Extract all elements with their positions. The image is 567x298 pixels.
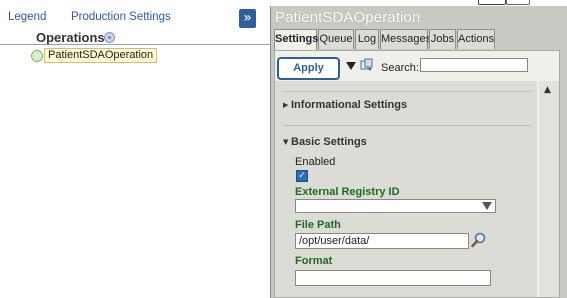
collapse-button[interactable]: » [239,9,256,28]
settings-scrollbar[interactable]: ▲ [539,81,559,297]
search-label: Search: [381,62,419,74]
format-label: Format [295,255,333,267]
collapse-arrow-icon: ▼ [283,138,289,146]
window-control[interactable] [506,0,530,5]
top-links: Legend Production Settings [0,11,270,27]
format-input[interactable] [295,270,491,286]
tab-actions[interactable]: Actions [457,29,495,49]
legend-link[interactable]: Legend [8,11,46,23]
external-registry-select[interactable] [295,199,496,213]
settings-content: ▶ Informational Settings ▼ Basic Settings … [275,81,537,297]
add-operation-icon[interactable]: + [104,32,115,43]
details-tabs: Settings Queue Log Messages Jobs Actions [274,29,567,51]
details-title: PatientSDAOperation [275,9,421,26]
chevron-down-icon [482,202,492,210]
tab-log[interactable]: Log [355,29,379,49]
tab-settings[interactable]: Settings [274,29,318,51]
tab-messages[interactable]: Messages [380,29,431,49]
browse-magnifier-icon[interactable] [471,232,487,248]
scroll-up-icon[interactable]: ▲ [544,85,551,95]
external-registry-label: External Registry ID [295,186,400,198]
details-pane: PatientSDAOperation Settings Queue Log M… [271,6,567,298]
file-path-label: File Path [295,219,341,231]
expand-arrow-icon: ▶ [283,101,289,109]
file-path-input[interactable]: /opt/user/data/ [295,233,469,249]
apply-button[interactable]: Apply [277,57,340,80]
divider-line [283,125,531,126]
settings-panel: Apply Search: ▶ Informational Settings ▼ B… [274,50,560,298]
section-label: Basic Settings [291,136,367,148]
dropdown-arrow-icon[interactable] [346,62,356,70]
basic-settings-section[interactable]: ▼ Basic Settings [283,136,367,148]
informational-settings-section[interactable]: ▶ Informational Settings [283,99,407,111]
enabled-label: Enabled [295,156,336,168]
status-indicator-icon [31,50,43,62]
operations-header: Operations + [0,29,270,45]
production-settings-link[interactable]: Production Settings [71,11,171,23]
tab-jobs[interactable]: Jobs [429,29,456,49]
operation-label[interactable]: PatientSDAOperation [44,48,158,63]
divider-line [283,91,531,92]
settings-scroll-area: ▶ Informational Settings ▼ Basic Settings … [275,81,559,297]
refresh-icon[interactable] [360,58,374,72]
tab-queue[interactable]: Queue [318,29,354,49]
window-control[interactable] [478,0,506,5]
operations-title: Operations [36,30,105,45]
section-label: Informational Settings [291,99,408,111]
enabled-checkbox[interactable]: ✓ [296,170,308,182]
operations-pane: Legend Production Settings » Operations … [0,0,270,298]
search-input[interactable] [420,58,528,72]
